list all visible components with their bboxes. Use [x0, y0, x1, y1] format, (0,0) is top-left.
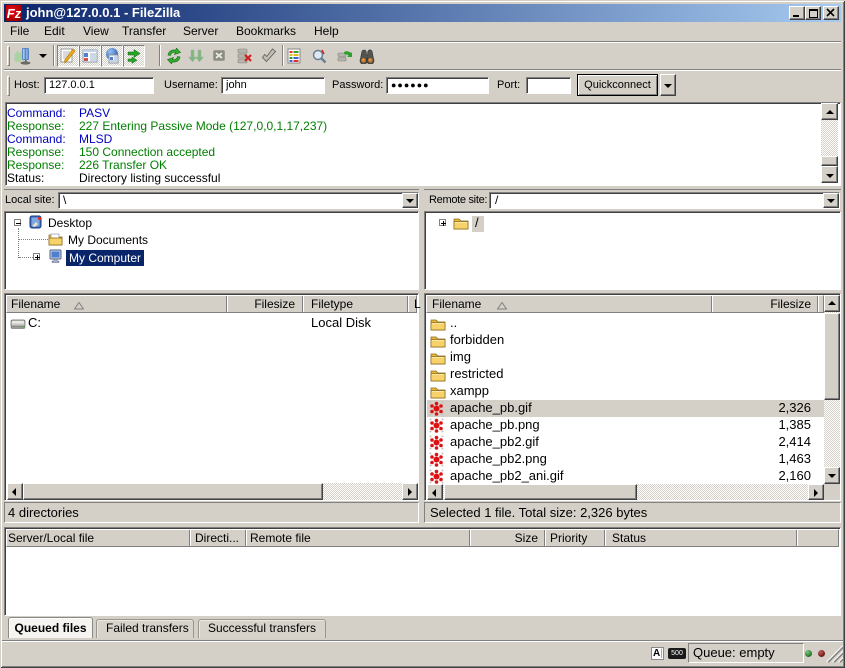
- svg-text:Fz: Fz: [7, 6, 22, 21]
